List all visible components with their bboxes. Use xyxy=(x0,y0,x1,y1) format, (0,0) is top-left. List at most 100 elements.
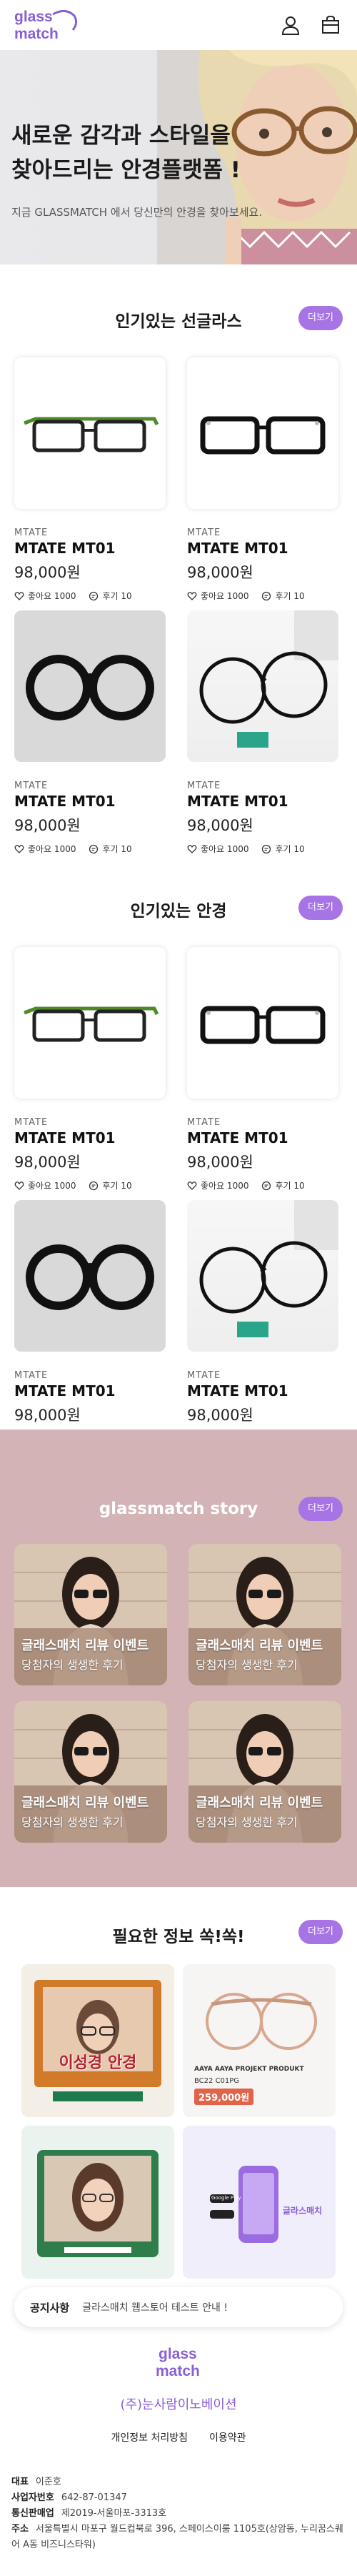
product-image[interactable] xyxy=(14,947,166,1099)
product-card[interactable]: MTATEMTATE MT0198,000원좋아요 1000후기 10 xyxy=(187,357,338,602)
like-count[interactable]: 좋아요 1000 xyxy=(14,843,76,855)
product-image[interactable] xyxy=(187,610,338,762)
story-card[interactable]: 글래스매치 리뷰 이벤트 당첨자의 생생한 후기 xyxy=(188,1701,341,1843)
product-image[interactable] xyxy=(14,357,166,509)
footer-logo[interactable]: glass match xyxy=(0,2343,357,2384)
product-card[interactable]: MTATEMTATE MT0198,000원좋아요 1000후기 10 xyxy=(187,610,338,855)
hero-banner[interactable]: 새로운 감각과 스타일을 찾아드리는 안경플랫폼 ! 지금 GLASSMATCH… xyxy=(0,50,357,264)
review-count[interactable]: 후기 10 xyxy=(89,590,132,602)
product-brand: MTATE xyxy=(187,527,221,538)
product-image[interactable] xyxy=(187,357,338,509)
like-label: 좋아요 1000 xyxy=(28,844,76,854)
like-count[interactable]: 좋아요 1000 xyxy=(187,843,248,855)
footer-info: 대표 이준호 사업자번호 642-87-01347 통신판매업 제2019-서울마포-… xyxy=(11,2475,347,2553)
product-image[interactable] xyxy=(187,1200,338,1352)
review-count[interactable]: 후기 10 xyxy=(89,1179,132,1192)
product-card[interactable]: MTATE MTATE MT01 98,000원좋아요 1000 후기 10 xyxy=(14,357,166,602)
more-button-story[interactable]: 더보기 xyxy=(298,1497,343,1521)
product-image[interactable] xyxy=(187,947,338,1099)
product-card[interactable]: MTATEMTATE MT0198,000원좋아요 1000후기 10 xyxy=(187,947,338,1192)
product-price: 98,000원 xyxy=(187,817,253,834)
story-card[interactable]: 글래스매치 리뷰 이벤트 당첨자의 생생한 후기 xyxy=(14,1544,167,1685)
product-brand: MTATE xyxy=(14,781,49,791)
heart-icon xyxy=(14,844,24,853)
more-button-sunglasses[interactable]: 더보기 xyxy=(298,306,343,330)
like-count[interactable]: 좋아요 1000 xyxy=(187,590,248,602)
product-model[interactable]: MTATE MT01 xyxy=(14,793,166,810)
product-price: 98,000원 xyxy=(187,1154,253,1171)
info-card-app-name: 글라스매치 xyxy=(283,2206,323,2216)
product-price: 98,000원 xyxy=(14,564,81,581)
mail-order-label: 통신판매업 xyxy=(11,2508,54,2519)
product-brand: MTATE xyxy=(14,1117,49,1128)
like-label: 좋아요 1000 xyxy=(28,591,76,601)
notice-text[interactable]: 글라스매치 웹스토어 테스트 안내 ! xyxy=(82,2300,228,2314)
story-card[interactable]: 글래스매치 리뷰 이벤트 당첨자의 생생한 후기 xyxy=(188,1544,341,1685)
product-brand: MTATE xyxy=(14,1370,49,1381)
info-card-app-image xyxy=(183,2126,336,2279)
info-card-celebrity[interactable]: 이성경 안경 xyxy=(21,1964,174,2117)
product-card[interactable]: MTATEMTATE MT0198,000원좋아요 1000후기 10 xyxy=(187,1200,338,1445)
info-card-product-brand: AAYA AAYA PROJEKT PRODUKT xyxy=(194,2066,304,2073)
story-card-subtitle: 당첨자의 생생한 후기 xyxy=(21,1658,124,1672)
review-count[interactable]: 후기 10 xyxy=(261,1179,305,1192)
svg-text:glass: glass xyxy=(159,2346,197,2362)
review-count[interactable]: 후기 10 xyxy=(89,843,132,855)
info-card-product-price: 259,000원 xyxy=(194,2089,254,2105)
glassmatch-logo[interactable]: glass match xyxy=(10,6,81,44)
rep-label: 대표 xyxy=(11,2477,29,2487)
footer-logo-mark: glass match xyxy=(156,2346,200,2379)
privacy-policy-link[interactable]: 개인정보 처리방침 xyxy=(111,2430,188,2444)
terms-link[interactable]: 이용약관 xyxy=(209,2430,246,2444)
product-card[interactable]: MTATEMTATE MT0198,000원좋아요 1000후기 10 xyxy=(14,1200,166,1445)
product-card[interactable]: MTATEMTATE MT0198,000원좋아요 1000후기 10 xyxy=(14,947,166,1192)
like-count[interactable]: 좋아요 1000 xyxy=(14,1179,76,1192)
product-price: 98,000원 xyxy=(14,1407,81,1424)
like-label: 좋아요 1000 xyxy=(201,1181,249,1191)
mail-order-value: 제2019-서울마포-3313호 xyxy=(61,2508,167,2519)
rep-value: 이준호 xyxy=(35,2477,61,2487)
product-model[interactable]: MTATE MT01 xyxy=(14,1382,166,1400)
like-count[interactable]: 좋아요 1000 xyxy=(14,590,76,602)
more-button-info[interactable]: 더보기 xyxy=(298,1920,343,1944)
info-card-celebrity-title: 이성경 안경 xyxy=(59,2054,137,2072)
heart-icon xyxy=(187,844,197,853)
svg-text:match: match xyxy=(14,26,59,42)
product-model[interactable]: MTATE MT01 xyxy=(14,540,166,557)
product-meta: 좋아요 1000 후기 10 xyxy=(14,843,166,855)
product-image[interactable] xyxy=(14,1200,166,1352)
more-button-glasses[interactable]: 더보기 xyxy=(298,896,343,920)
info-card-video[interactable] xyxy=(21,2126,174,2279)
info-card-video-image xyxy=(21,2126,174,2279)
product-card[interactable]: MTATEMTATE MT0198,000원좋아요 1000후기 10 xyxy=(14,610,166,855)
product-model[interactable]: MTATE MT01 xyxy=(187,793,338,810)
heart-icon xyxy=(14,591,24,600)
product-model[interactable]: MTATE MT01 xyxy=(187,540,338,557)
info-card-product[interactable]: AAYA AAYA PROJEKT PRODUKT BC22 C01PG 259… xyxy=(183,1964,336,2117)
notice-label: 공지사항 xyxy=(30,2301,70,2314)
notice-bar[interactable]: 공지사항 글라스매치 웹스토어 테스트 안내 ! xyxy=(14,2287,343,2327)
review-count[interactable]: 후기 10 xyxy=(261,843,305,855)
product-model[interactable]: MTATE MT01 xyxy=(14,1129,166,1146)
product-image[interactable] xyxy=(14,610,166,762)
user-icon[interactable] xyxy=(280,14,301,36)
like-count[interactable]: 좋아요 1000 xyxy=(187,1179,248,1192)
product-model[interactable]: MTATE MT01 xyxy=(187,1129,338,1146)
product-meta: 좋아요 1000 후기 10 xyxy=(187,590,338,602)
footer-links: 개인정보 처리방침 이용약관 xyxy=(0,2430,357,2444)
review-label: 후기 10 xyxy=(275,1181,305,1191)
hero-subtitle: 지금 GLASSMATCH 에서 당신만의 안경을 찾아보세요. xyxy=(11,206,263,219)
bag-icon[interactable] xyxy=(320,14,341,36)
heart-icon xyxy=(187,1181,197,1190)
story-card[interactable]: 글래스매치 리뷰 이벤트 당첨자의 생생한 후기 xyxy=(14,1701,167,1843)
info-card-app[interactable]: 글라스매치 Google Play xyxy=(183,2126,336,2279)
story-card-title: 글래스매치 리뷰 이벤트 xyxy=(21,1795,149,1810)
heart-icon xyxy=(14,1181,24,1190)
product-model[interactable]: MTATE MT01 xyxy=(187,1382,338,1400)
product-meta: 좋아요 1000 후기 10 xyxy=(14,590,166,602)
review-count[interactable]: 후기 10 xyxy=(261,590,305,602)
story-card-subtitle: 당첨자의 생생한 후기 xyxy=(196,1815,298,1829)
review-label: 후기 10 xyxy=(102,591,132,601)
product-brand: MTATE xyxy=(14,527,49,538)
story-card-subtitle: 당첨자의 생생한 후기 xyxy=(196,1658,298,1672)
